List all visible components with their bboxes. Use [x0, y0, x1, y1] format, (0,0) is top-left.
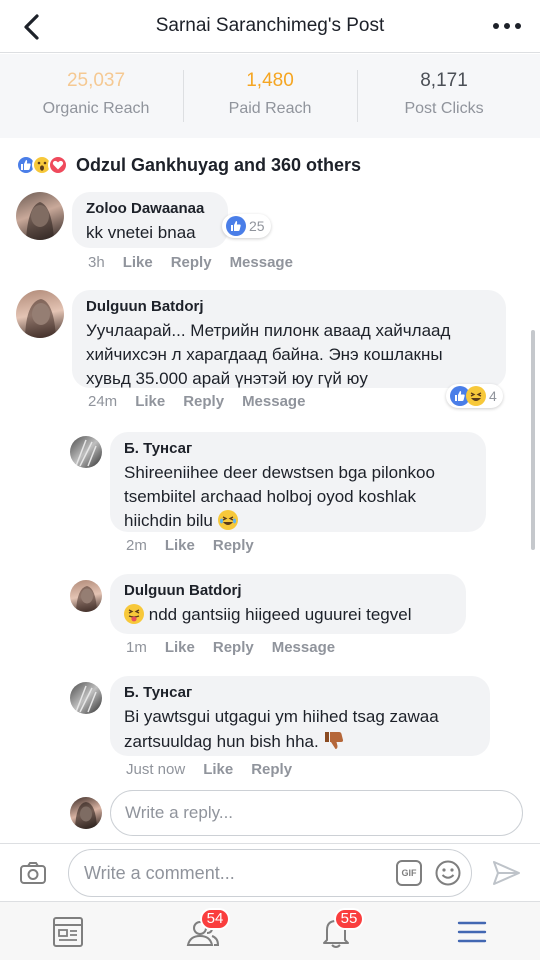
gif-button[interactable]: GIF	[396, 860, 422, 886]
stat-label: Post Clicks	[404, 100, 484, 117]
reactions-text: Odzul Gankhuyag and 360 others	[76, 154, 362, 175]
like-icon	[226, 216, 246, 236]
comment-reactions[interactable]: 25	[222, 214, 271, 238]
comment-time: 2m	[126, 537, 147, 554]
reply-input[interactable]: Write a reply...	[110, 790, 523, 836]
tab-news-feed[interactable]	[48, 912, 88, 952]
more-options-button[interactable]	[490, 14, 524, 38]
reply-button[interactable]: Reply	[183, 393, 224, 410]
notifications-badge: 55	[334, 908, 364, 930]
dot-icon	[493, 23, 499, 29]
comment-text: kk vnetei bnaa	[86, 223, 196, 242]
camera-button[interactable]	[18, 858, 48, 888]
menu-icon	[457, 921, 487, 943]
avatar[interactable]	[16, 290, 64, 338]
message-button[interactable]: Message	[242, 393, 305, 410]
avatar[interactable]	[70, 436, 102, 468]
comment-time: 24m	[88, 393, 118, 410]
comment-reactions[interactable]: 4	[446, 384, 503, 408]
comment-time: 1m	[126, 639, 147, 656]
like-button[interactable]: Like	[203, 761, 233, 778]
comment-bubble[interactable]: Zoloo Dawaanaa kk vnetei bnaa	[72, 192, 228, 248]
comment-time: Just now	[126, 761, 186, 778]
camera-icon	[20, 862, 46, 884]
like-button[interactable]: Like	[123, 254, 153, 271]
avatar[interactable]	[70, 580, 102, 612]
message-button[interactable]: Message	[272, 639, 335, 656]
comment-meta: 3h Like Reply Message	[88, 254, 311, 271]
smiley-icon	[435, 860, 461, 886]
reply-bubble[interactable]: Б. Тунсаг Shireeniihee deer dewstsen bga…	[110, 432, 486, 532]
reply-bubble[interactable]: Dulguun Batdorj ndd gantsiig hiigeed ugu…	[110, 574, 466, 634]
reply-button[interactable]: Reply	[171, 254, 212, 271]
comment-time: 3h	[88, 254, 105, 271]
reply-meta: Just now Like Reply	[126, 761, 310, 778]
comment-text: ndd gantsiig hiigeed uguurei tegvel	[124, 603, 452, 627]
stat-label: Organic Reach	[42, 100, 150, 117]
like-button[interactable]: Like	[165, 537, 195, 554]
comment-text: Уучлаарай... Метрийн пилонк аваад хайчла…	[86, 321, 451, 388]
reaction-count: 4	[489, 388, 497, 404]
tab-friend-requests[interactable]: 54	[182, 908, 230, 952]
stat-value: 8,171	[420, 70, 468, 91]
comment-text: Bi yawtsgui utgagui ym hiihed tsag zawaa…	[124, 705, 476, 758]
stat-paid-reach[interactable]: 1,480 Paid Reach	[183, 70, 357, 118]
page-title: Sarnai Saranchimeg's Post	[155, 15, 385, 36]
like-button[interactable]: Like	[135, 393, 165, 410]
dot-icon	[515, 23, 521, 29]
reaction-count: 25	[249, 218, 265, 234]
reaction-icons	[16, 155, 68, 175]
comment-bubble[interactable]: Dulguun Batdorj Уучлаарай... Метрийн пил…	[72, 290, 506, 388]
reply-bubble[interactable]: Б. Тунсаг Bi yawtsgui utgagui ym hiihed …	[110, 676, 490, 756]
comment-meta: 24m Like Reply Message	[88, 393, 323, 410]
reactions-summary[interactable]: Odzul Gankhuyag and 360 others	[16, 152, 361, 178]
comment-author[interactable]: Zoloo Dawaanaa	[86, 200, 214, 218]
reply-button[interactable]: Reply	[213, 537, 254, 554]
comment-author[interactable]: Dulguun Batdorj	[86, 298, 492, 316]
tab-notifications[interactable]: 55	[316, 908, 364, 952]
post-comments-screen: Sarnai Saranchimeg's Post 25,037 Organic…	[0, 0, 540, 960]
news-feed-icon	[53, 917, 83, 947]
stat-value: 25,037	[66, 70, 126, 91]
comment-text: Shireeniihee deer dewstsen bga pilonkoo …	[124, 463, 435, 530]
sticker-button[interactable]	[434, 859, 462, 887]
tongue-emoji-icon	[124, 604, 144, 624]
comment-author[interactable]: Dulguun Batdorj	[124, 582, 452, 600]
message-button[interactable]: Message	[230, 254, 293, 271]
friend-requests-badge: 54	[200, 908, 230, 930]
stat-organic-reach[interactable]: 25,037 Organic Reach	[9, 70, 183, 118]
avatar	[70, 797, 102, 829]
haha-icon	[466, 386, 486, 406]
reply-button[interactable]: Reply	[213, 639, 254, 656]
stat-post-clicks[interactable]: 8,171 Post Clicks	[357, 70, 531, 118]
comment-author[interactable]: Б. Тунсаг	[124, 684, 476, 702]
dot-icon	[504, 23, 510, 29]
bottom-tab-bar: 54 55	[0, 901, 540, 960]
comment-author[interactable]: Б. Тунсаг	[124, 440, 472, 458]
stat-label: Paid Reach	[228, 100, 312, 117]
reply-meta: 1m Like Reply Message	[126, 639, 353, 656]
tab-menu[interactable]	[452, 912, 492, 952]
like-button[interactable]: Like	[165, 639, 195, 656]
avatar[interactable]	[16, 192, 64, 240]
avatar[interactable]	[70, 682, 102, 714]
scrollbar[interactable]	[531, 330, 535, 550]
reply-meta: 2m Like Reply	[126, 537, 272, 554]
comment-composer: Write a comment... GIF	[0, 843, 540, 901]
laughing-emoji-icon	[217, 510, 238, 530]
top-bar: Sarnai Saranchimeg's Post	[0, 0, 540, 53]
love-icon	[48, 155, 68, 175]
send-icon	[493, 861, 520, 885]
reply-button[interactable]: Reply	[251, 761, 292, 778]
send-button[interactable]	[490, 857, 522, 889]
thumbs-down-icon	[323, 729, 345, 758]
stat-value: 1,480	[246, 70, 294, 91]
post-insights: 25,037 Organic Reach 1,480 Paid Reach 8,…	[0, 54, 540, 138]
